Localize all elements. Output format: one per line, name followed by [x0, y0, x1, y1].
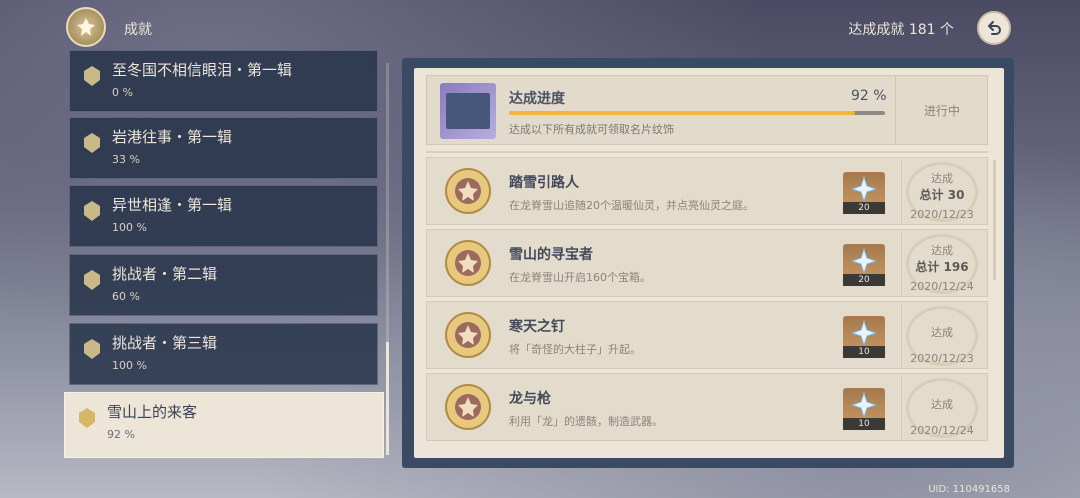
reward-quantity: 20	[843, 202, 885, 214]
achievement-desc: 在龙脊雪山追随20个温暖仙灵，并点亮仙灵之庭。	[509, 199, 754, 212]
completion-date: 2020/12/24	[910, 280, 974, 293]
completion-total: 总计 196	[915, 260, 969, 274]
category-percent: 33 %	[112, 153, 140, 166]
category-name: 至冬国不相信眼泪・第一辑	[112, 61, 293, 79]
primogem-reward: 10	[843, 316, 885, 358]
completion-stamp: 达成 2020/12/23	[901, 304, 981, 368]
progress-status-label: 进行中	[923, 104, 960, 118]
namecard-reward-icon	[440, 83, 496, 139]
category-badge-icon	[84, 66, 100, 86]
achievement-medal-icon	[445, 384, 491, 430]
progress-percent: 92 %	[851, 88, 887, 104]
completion-status: 达成	[931, 244, 953, 257]
completion-status: 达成	[931, 326, 953, 339]
achievement-emblem-icon	[66, 7, 106, 47]
category-badge-icon	[84, 339, 100, 359]
completion-stamp: 达成 2020/12/24	[901, 376, 981, 440]
achievement-desc: 将「奇怪的大柱子」升起。	[509, 343, 641, 356]
category-item[interactable]: 岩港往事・第一辑 33 %	[69, 117, 378, 179]
back-button[interactable]	[977, 11, 1011, 45]
category-badge-icon	[84, 133, 100, 153]
category-percent: 92 %	[107, 428, 135, 441]
achievement-desc: 利用「龙」的遗骸，制造武器。	[509, 415, 663, 428]
progress-title: 达成进度	[509, 91, 565, 107]
page-title: 成就	[124, 22, 152, 38]
primogem-icon	[850, 175, 878, 203]
achievement-medal-icon	[445, 240, 491, 286]
primogem-icon	[850, 247, 878, 275]
progress-bar-fill	[509, 111, 855, 115]
category-item-active[interactable]: 雪山上的来客 92 %	[64, 392, 384, 458]
achievement-title: 龙与枪	[509, 391, 551, 407]
reward-quantity: 10	[843, 418, 885, 430]
category-item[interactable]: 挑战者・第二辑 60 %	[69, 254, 378, 316]
category-name: 岩港往事・第一辑	[112, 128, 233, 146]
achievement-title: 雪山的寻宝者	[509, 247, 593, 263]
category-item[interactable]: 挑战者・第三辑 100 %	[69, 323, 378, 385]
category-name: 雪山上的来客	[107, 403, 198, 421]
achieved-count: 达成成就 181 个	[848, 22, 954, 38]
category-item[interactable]: 异世相逢・第一辑 100 %	[69, 185, 378, 247]
achievement-row[interactable]: 寒天之钉 将「奇怪的大柱子」升起。 10 达成 2020/12/23	[426, 301, 988, 369]
achievement-row[interactable]: 雪山的寻宝者 在龙脊雪山开启160个宝箱。 20 达成 总计 196 2020/…	[426, 229, 988, 297]
completion-stamp: 达成 总计 196 2020/12/24	[901, 232, 981, 296]
primogem-reward: 10	[843, 388, 885, 430]
category-name: 异世相逢・第一辑	[112, 196, 233, 214]
category-percent: 100 %	[112, 359, 147, 372]
reward-quantity: 10	[843, 346, 885, 358]
achievement-medal-icon	[445, 312, 491, 358]
category-name: 挑战者・第三辑	[112, 334, 218, 352]
completion-status: 达成	[931, 172, 953, 185]
completion-total: 总计 30	[919, 188, 965, 202]
divider	[426, 151, 988, 153]
primogem-reward: 20	[843, 172, 885, 214]
category-badge-icon	[79, 408, 95, 428]
back-arrow-icon	[988, 21, 1001, 35]
primogem-icon	[850, 319, 878, 347]
progress-status: 进行中	[895, 75, 988, 145]
category-name: 挑战者・第二辑	[112, 265, 218, 283]
completion-date: 2020/12/24	[910, 424, 974, 437]
category-percent: 100 %	[112, 221, 147, 234]
primogem-icon	[850, 391, 878, 419]
uid-label: UID: 110491658	[928, 484, 1010, 495]
achievement-row[interactable]: 踏雪引路人 在龙脊雪山追随20个温暖仙灵，并点亮仙灵之庭。 20 达成 总计 3…	[426, 157, 988, 225]
category-scroll-thumb[interactable]	[386, 342, 389, 455]
completion-date: 2020/12/23	[910, 352, 974, 365]
category-percent: 60 %	[112, 290, 140, 303]
progress-bar	[509, 111, 885, 115]
category-list: 至冬国不相信眼泪・第一辑 0 % 岩港往事・第一辑 33 % 异世相逢・第一辑 …	[0, 50, 400, 498]
achievement-scrollbar[interactable]	[993, 160, 996, 280]
achievement-row[interactable]: 龙与枪 利用「龙」的遗骸，制造武器。 10 达成 2020/12/24	[426, 373, 988, 441]
category-badge-icon	[84, 270, 100, 290]
completion-status: 达成	[931, 398, 953, 411]
category-item[interactable]: 至冬国不相信眼泪・第一辑 0 %	[69, 50, 378, 112]
completion-stamp: 达成 总计 30 2020/12/23	[901, 160, 981, 224]
progress-description: 达成以下所有成就可领取名片纹饰	[509, 123, 674, 136]
achievement-title: 踏雪引路人	[509, 175, 579, 191]
achievement-title: 寒天之钉	[509, 319, 565, 335]
achievement-medal-icon	[445, 168, 491, 214]
category-percent: 0 %	[112, 86, 133, 99]
achievement-desc: 在龙脊雪山开启160个宝箱。	[509, 271, 651, 284]
category-badge-icon	[84, 201, 100, 221]
reward-quantity: 20	[843, 274, 885, 286]
primogem-reward: 20	[843, 244, 885, 286]
completion-date: 2020/12/23	[910, 208, 974, 221]
